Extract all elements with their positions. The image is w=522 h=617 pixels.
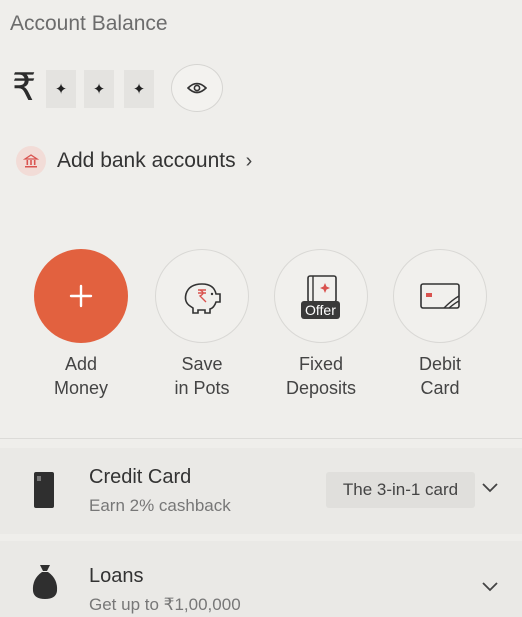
add-money-circle [34,249,128,343]
credit-card-row[interactable]: Credit Card Earn 2% cashback The 3-in-1 … [0,448,522,534]
fixed-deposits-label: Fixed Deposits [285,354,357,398]
piggy-bank-icon [184,283,221,314]
fixed-deposits-circle: Offer [274,249,368,343]
account-balance-label: Account Balance [10,12,168,35]
chevron-right-icon: › [245,149,253,172]
add-money-label: Add Money [53,354,109,398]
section-divider [0,438,522,439]
show-balance-button[interactable] [171,64,223,112]
credit-card-subtitle: Earn 2% cashback [89,496,231,515]
chevron-down-icon[interactable] [480,581,500,593]
loans-subtitle: Get up to ₹1,00,000 [89,595,241,614]
debit-card-circle [393,249,487,343]
credit-card-icon [34,472,54,508]
money-bag-icon [32,565,58,599]
masked-digit: ✦ [84,70,114,108]
plus-icon [69,284,93,308]
credit-card-title: Credit Card [89,466,192,488]
fixed-deposits-button[interactable]: Offer Fixed Deposits [261,249,381,400]
save-in-pots-label: Save in Pots [174,354,230,398]
eye-icon [187,82,207,94]
chevron-down-icon[interactable] [480,482,500,494]
debit-card-button[interactable]: Debit Card [380,249,500,400]
bank-icon [16,146,46,176]
offer-badge: Offer [301,301,340,319]
debit-card-label: Debit Card [418,354,462,398]
masked-digit: ✦ [46,70,76,108]
loans-row[interactable]: Loans Get up to ₹1,00,000 [0,541,522,617]
save-in-pots-button[interactable]: Save in Pots [142,249,262,400]
add-bank-accounts-label: Add bank accounts [57,149,236,172]
add-money-button[interactable]: Add Money [21,249,141,400]
save-in-pots-circle [155,249,249,343]
card-icon [420,283,460,309]
currency-symbol: ₹ [12,67,37,109]
add-bank-accounts-link[interactable]: Add bank accounts › [16,146,252,176]
loans-title: Loans [89,565,144,587]
masked-digit: ✦ [124,70,154,108]
three-in-one-card-pill: The 3-in-1 card [326,472,475,508]
